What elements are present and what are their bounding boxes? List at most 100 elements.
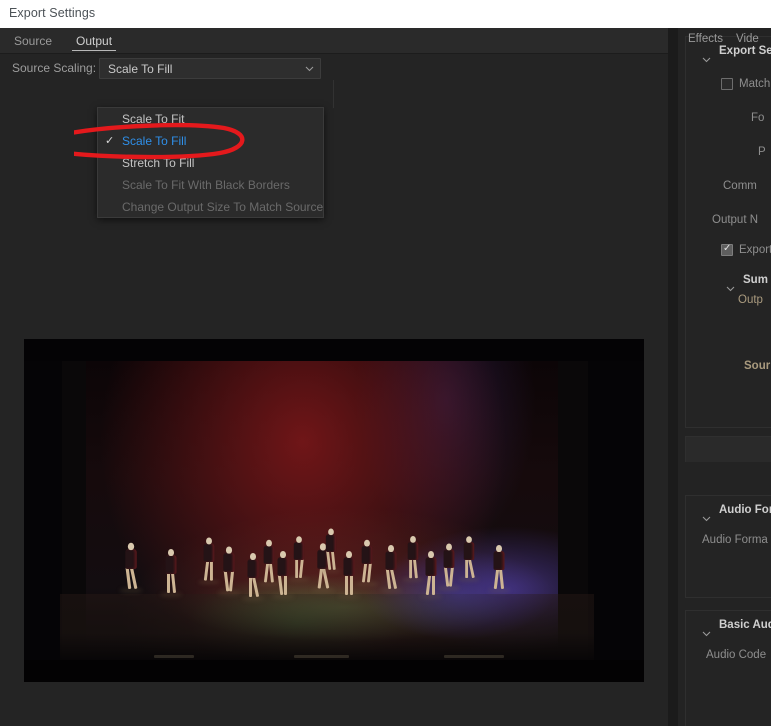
dancer-leg xyxy=(350,574,354,595)
dancer-group xyxy=(24,339,644,682)
preview-tabstrip: Source Output xyxy=(0,28,668,54)
format-label: Fo xyxy=(751,112,765,124)
source-scaling-select[interactable]: Scale To Fill xyxy=(99,58,321,79)
tab-output[interactable]: Output xyxy=(72,28,117,54)
dancer xyxy=(380,545,402,595)
dancer xyxy=(458,536,480,584)
dancer-leg xyxy=(464,558,468,579)
dancer xyxy=(258,539,280,589)
dancer xyxy=(288,536,310,584)
dancer-leg xyxy=(367,561,373,583)
dancer-head xyxy=(346,551,352,558)
dancer-shadow xyxy=(160,592,182,597)
dancer-head xyxy=(296,536,302,543)
dancer-body xyxy=(165,555,177,574)
preset-label: P xyxy=(758,146,766,158)
source-scaling-dropdown-menu[interactable]: Scale To Fit ✓ Scale To Fill Stretch To Fil… xyxy=(97,107,324,218)
dancer-body xyxy=(493,551,505,570)
dropdown-item-1[interactable]: ✓ Scale To Fill xyxy=(98,130,323,152)
dancer-leg xyxy=(432,574,436,595)
dancer-head xyxy=(266,539,272,547)
dancer-head xyxy=(496,545,502,552)
dancer-leg xyxy=(499,567,505,590)
dropdown-item-label: Stretch To Fill xyxy=(122,156,195,170)
dancer-shadow xyxy=(272,594,294,599)
dancer-shadow xyxy=(402,577,424,583)
tab-video[interactable]: Vide xyxy=(736,33,759,45)
dancer-body xyxy=(203,543,215,562)
dancer-leg xyxy=(166,572,170,593)
dancer xyxy=(119,542,143,596)
video-preview[interactable] xyxy=(24,339,644,682)
dancer xyxy=(420,551,442,601)
match-source-checkbox[interactable] xyxy=(721,78,733,90)
dancer-leg xyxy=(344,574,348,595)
export-settings-window: Export Settings Source Output Source Sca… xyxy=(0,0,771,726)
basic-audio-header: Basic Aud xyxy=(719,619,771,631)
dancer-leg xyxy=(284,574,288,595)
dancer-body xyxy=(125,549,137,569)
comments-label: Comm xyxy=(723,180,757,192)
right-panel-tabstrip xyxy=(685,436,771,462)
footlight-1 xyxy=(154,655,194,658)
chevron-down-icon[interactable] xyxy=(702,624,711,637)
dancer xyxy=(402,536,424,584)
dancer-shadow xyxy=(119,587,143,594)
dancer-leg xyxy=(390,567,398,590)
tab-source[interactable]: Source xyxy=(10,28,56,54)
match-source-label: Match xyxy=(739,78,771,90)
dancer-leg xyxy=(413,557,419,579)
tab-effects[interactable]: Effects xyxy=(688,33,723,45)
dancer-body xyxy=(443,549,455,568)
dancer-leg xyxy=(210,560,214,581)
chevron-down-icon xyxy=(305,66,314,72)
stage-bottom-mask xyxy=(24,660,644,682)
right-pane: Export Se Match Fo P Comm Output N Expor… xyxy=(678,28,771,726)
dancer-leg xyxy=(425,573,432,596)
dropdown-item-label: Scale To Fit With Black Borders xyxy=(122,178,290,192)
dancer-shadow xyxy=(380,588,402,593)
dancer-body xyxy=(385,551,397,570)
dropdown-item-4: Change Output Size To Match Source xyxy=(98,196,323,218)
summary-output-label: Outp xyxy=(738,294,763,306)
dancer-shadow xyxy=(320,568,342,574)
dancer-leg xyxy=(493,567,500,590)
chevron-down-icon[interactable] xyxy=(702,509,711,522)
dancer-leg xyxy=(331,550,337,570)
chevron-down-icon[interactable] xyxy=(702,50,711,63)
export-video-checkbox[interactable] xyxy=(721,243,733,256)
dancer xyxy=(438,543,460,593)
dancer-leg xyxy=(408,558,412,579)
chevron-down-icon[interactable] xyxy=(726,279,735,292)
dancer-head xyxy=(388,545,394,552)
dancer-body xyxy=(223,552,235,572)
dancer-head xyxy=(225,546,233,554)
dancer-body xyxy=(263,545,275,564)
dancer-shadow xyxy=(458,577,480,582)
summary-source-label: Sour xyxy=(744,360,771,372)
source-scaling-row: Source Scaling: Scale To Fill xyxy=(0,54,668,108)
dancer-leg xyxy=(269,561,275,583)
dropdown-item-label: Scale To Fit xyxy=(122,112,185,126)
dancer-leg xyxy=(248,576,252,597)
dropdown-item-0[interactable]: Scale To Fit xyxy=(98,108,323,130)
dancer-head xyxy=(168,549,174,556)
pane-divider[interactable] xyxy=(668,28,678,726)
dropdown-item-3: Scale To Fit With Black Borders xyxy=(98,174,323,196)
dancer-head xyxy=(428,551,434,558)
basic-audio-row-label: Audio Code xyxy=(706,649,767,661)
dancer-body xyxy=(277,557,289,576)
dancer xyxy=(242,553,264,603)
dropdown-item-label: Change Output Size To Match Source xyxy=(122,200,324,214)
left-pane: Source Output Source Scaling: Scale To F… xyxy=(0,28,668,726)
dancer-head xyxy=(250,553,256,560)
check-icon: ✓ xyxy=(105,135,115,147)
dancer-body xyxy=(343,557,355,576)
audio-format-row-label: Audio Forma xyxy=(702,534,768,546)
dancer xyxy=(217,546,241,598)
dancer-head xyxy=(328,528,334,536)
dropdown-item-2[interactable]: Stretch To Fill xyxy=(98,152,323,174)
dancer xyxy=(160,549,182,599)
dancer xyxy=(488,545,510,595)
dancer-head xyxy=(410,536,416,543)
